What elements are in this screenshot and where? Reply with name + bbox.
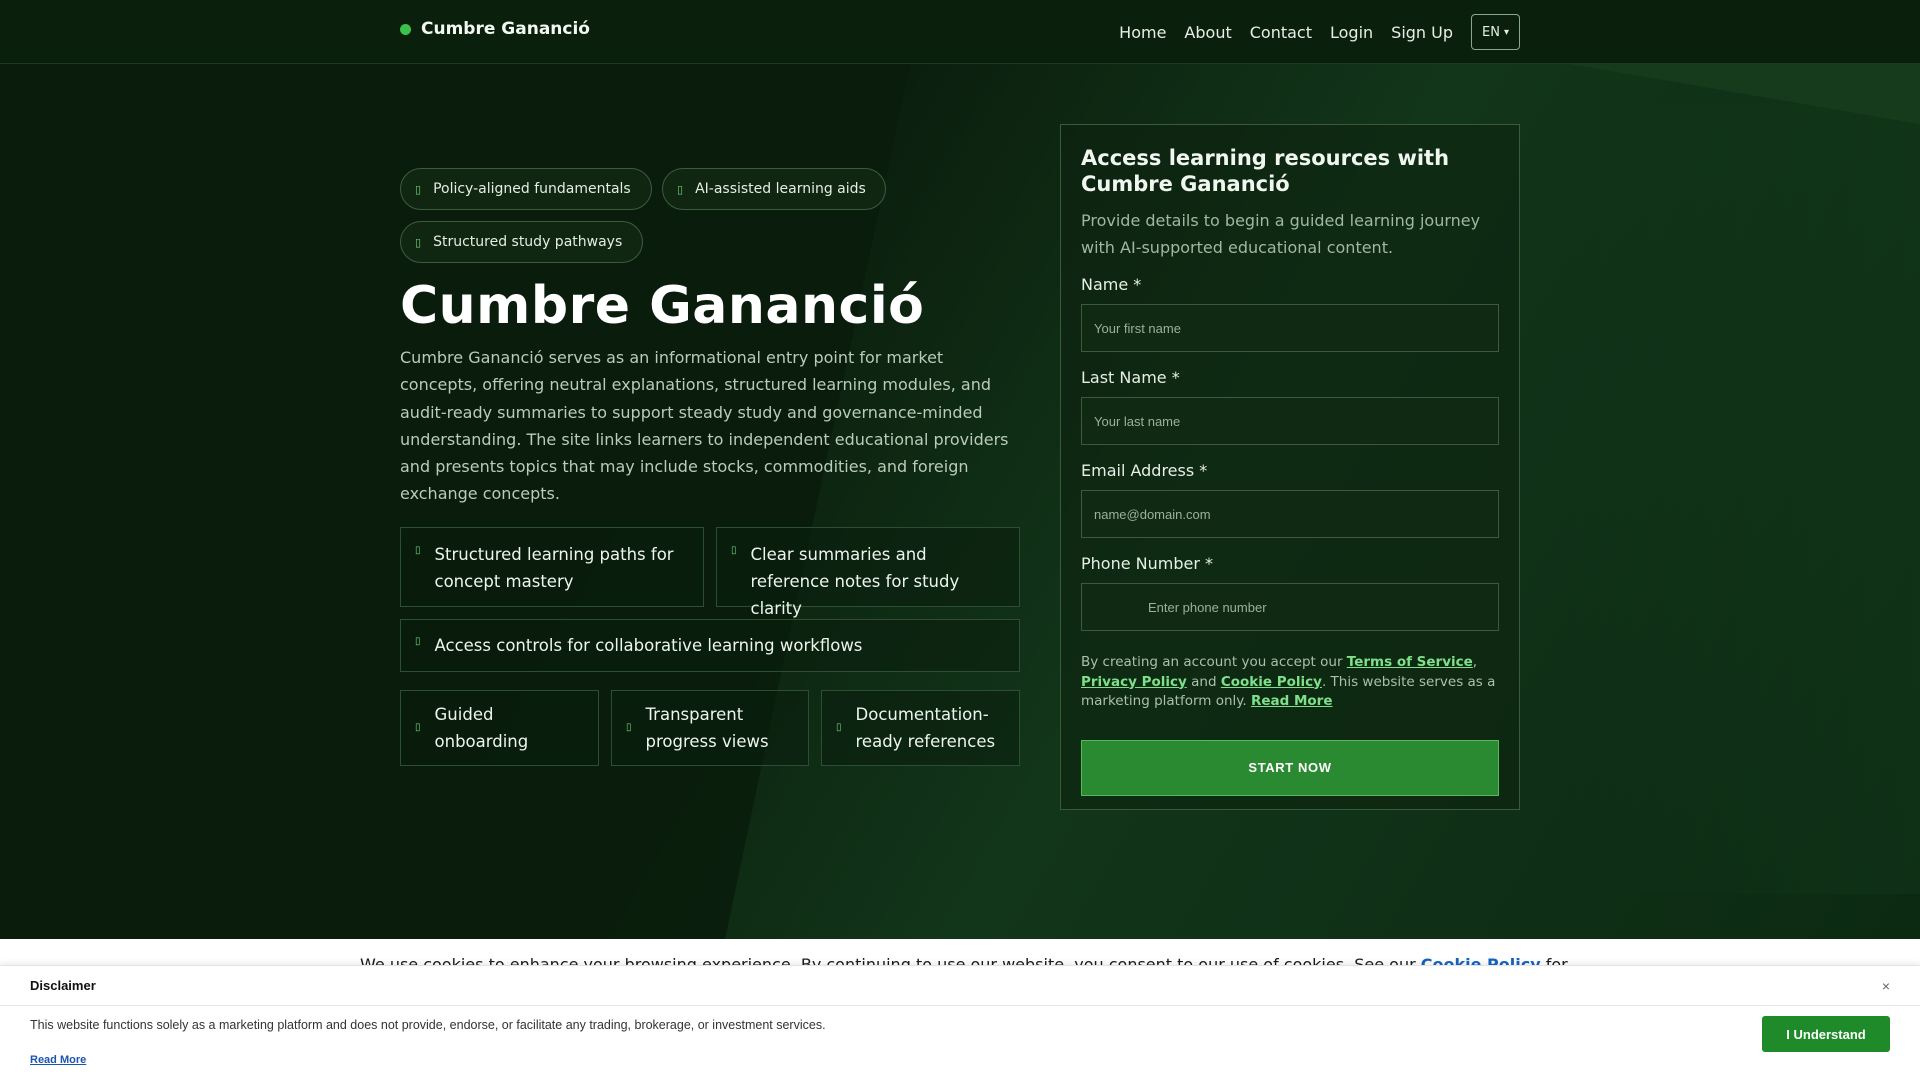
- signup-form: Access learning resources with Cumbre Ga…: [1060, 124, 1520, 810]
- feature-access-controls: ▯ Access controls for collaborative lear…: [400, 619, 1020, 672]
- privacy-link[interactable]: Privacy Policy: [1081, 674, 1187, 690]
- consent-prefix: By creating an account you accept our: [1081, 654, 1347, 670]
- language-selector[interactable]: EN ▾: [1471, 14, 1520, 50]
- pill-policy-aligned: ▯ Policy-aligned fundamentals: [400, 168, 652, 210]
- phone-field[interactable]: [1081, 583, 1499, 631]
- nav-login[interactable]: Login: [1330, 23, 1373, 42]
- feature-icon: ▯: [731, 545, 737, 556]
- start-now-button[interactable]: START NOW: [1081, 739, 1499, 796]
- feature-icon: ▯: [415, 636, 421, 647]
- first-name-field[interactable]: [1081, 304, 1499, 352]
- brand-name: Cumbre Gananció: [421, 19, 590, 39]
- nav-signup[interactable]: Sign Up: [1391, 23, 1453, 42]
- disclaimer-title: Disclaimer: [30, 978, 96, 993]
- language-label: EN: [1482, 24, 1500, 40]
- close-icon[interactable]: ×: [1882, 978, 1890, 994]
- cookie-policy-link[interactable]: Cookie Policy: [1221, 674, 1322, 690]
- feature-label: Guided onboarding: [434, 705, 529, 751]
- brand-logo[interactable]: Cumbre Gananció: [400, 19, 590, 39]
- phone-label: Phone Number *: [1081, 554, 1214, 573]
- pill-label: AI-assisted learning aids: [695, 181, 866, 197]
- feature-icon: ▯: [836, 722, 842, 733]
- site-header: Cumbre Gananció Home About Contact Login…: [0, 0, 1920, 64]
- feature-label: Structured learning paths for concept ma…: [434, 545, 674, 591]
- consent-text: By creating an account you accept our Te…: [1081, 653, 1499, 712]
- check-icon: ▯: [415, 182, 422, 196]
- email-field[interactable]: [1081, 490, 1499, 538]
- last-name-label: Last Name *: [1081, 368, 1180, 387]
- hero-title: Cumbre Gananció: [400, 276, 925, 336]
- pill-ai-assisted: ▯ AI-assisted learning aids: [662, 168, 886, 210]
- form-title: Access learning resources with Cumbre Ga…: [1081, 146, 1450, 196]
- check-icon: ▯: [415, 235, 422, 249]
- last-name-field[interactable]: [1081, 397, 1499, 445]
- nav-home[interactable]: Home: [1119, 23, 1166, 42]
- hero-right-glow: [1560, 104, 1920, 894]
- nav-contact[interactable]: Contact: [1250, 23, 1312, 42]
- feature-icon: ▯: [415, 545, 421, 556]
- brand-dot-icon: [400, 23, 411, 35]
- disclaimer-read-more-link[interactable]: Read More: [30, 1054, 86, 1066]
- hero-description: Cumbre Gananció serves as an information…: [400, 348, 1009, 504]
- feature-learning-paths: ▯ Structured learning paths for concept …: [400, 527, 704, 607]
- feature-label: Documentation-ready references: [855, 705, 996, 751]
- i-understand-button[interactable]: I Understand: [1762, 1016, 1890, 1052]
- email-label: Email Address *: [1081, 461, 1208, 480]
- disclaimer-header: Disclaimer ×: [0, 966, 1920, 1006]
- terms-link[interactable]: Terms of Service: [1347, 654, 1473, 670]
- nav-about[interactable]: About: [1184, 23, 1231, 42]
- disclaimer-text: This website functions solely as a marke…: [30, 1018, 826, 1032]
- feature-guided-onboarding: ▯ Guided onboarding: [400, 690, 599, 766]
- main-nav: Home About Contact Login Sign Up EN ▾: [1119, 14, 1520, 50]
- feature-summaries: ▯ Clear summaries and reference notes fo…: [716, 527, 1020, 618]
- consent-comma: ,: [1472, 654, 1478, 670]
- read-more-link[interactable]: Read More: [1251, 693, 1333, 709]
- name-label: Name *: [1081, 275, 1142, 294]
- phone-field-wrapper: [1081, 573, 1499, 631]
- form-subtitle: Provide details to begin a guided learni…: [1081, 211, 1481, 257]
- pill-structured-study: ▯ Structured study pathways: [400, 221, 643, 263]
- feature-label: Clear summaries and reference notes for …: [750, 545, 960, 618]
- disclaimer-body: This website functions solely as a marke…: [0, 1006, 1920, 1080]
- chevron-down-icon: ▾: [1503, 26, 1509, 38]
- feature-icon: ▯: [626, 722, 632, 733]
- check-icon: ▯: [677, 182, 684, 196]
- pill-label: Structured study pathways: [433, 234, 623, 250]
- feature-label: Access controls for collaborative learni…: [434, 636, 863, 655]
- feature-progress-views: ▯ Transparent progress views: [611, 690, 809, 766]
- pill-label: Policy-aligned fundamentals: [433, 181, 631, 197]
- disclaimer-banner: Disclaimer × This website functions sole…: [0, 965, 1920, 1080]
- consent-and: and: [1186, 673, 1221, 690]
- feature-label: Transparent progress views: [645, 705, 769, 751]
- feature-icon: ▯: [415, 722, 421, 733]
- feature-documentation: ▯ Documentation-ready references: [821, 690, 1020, 766]
